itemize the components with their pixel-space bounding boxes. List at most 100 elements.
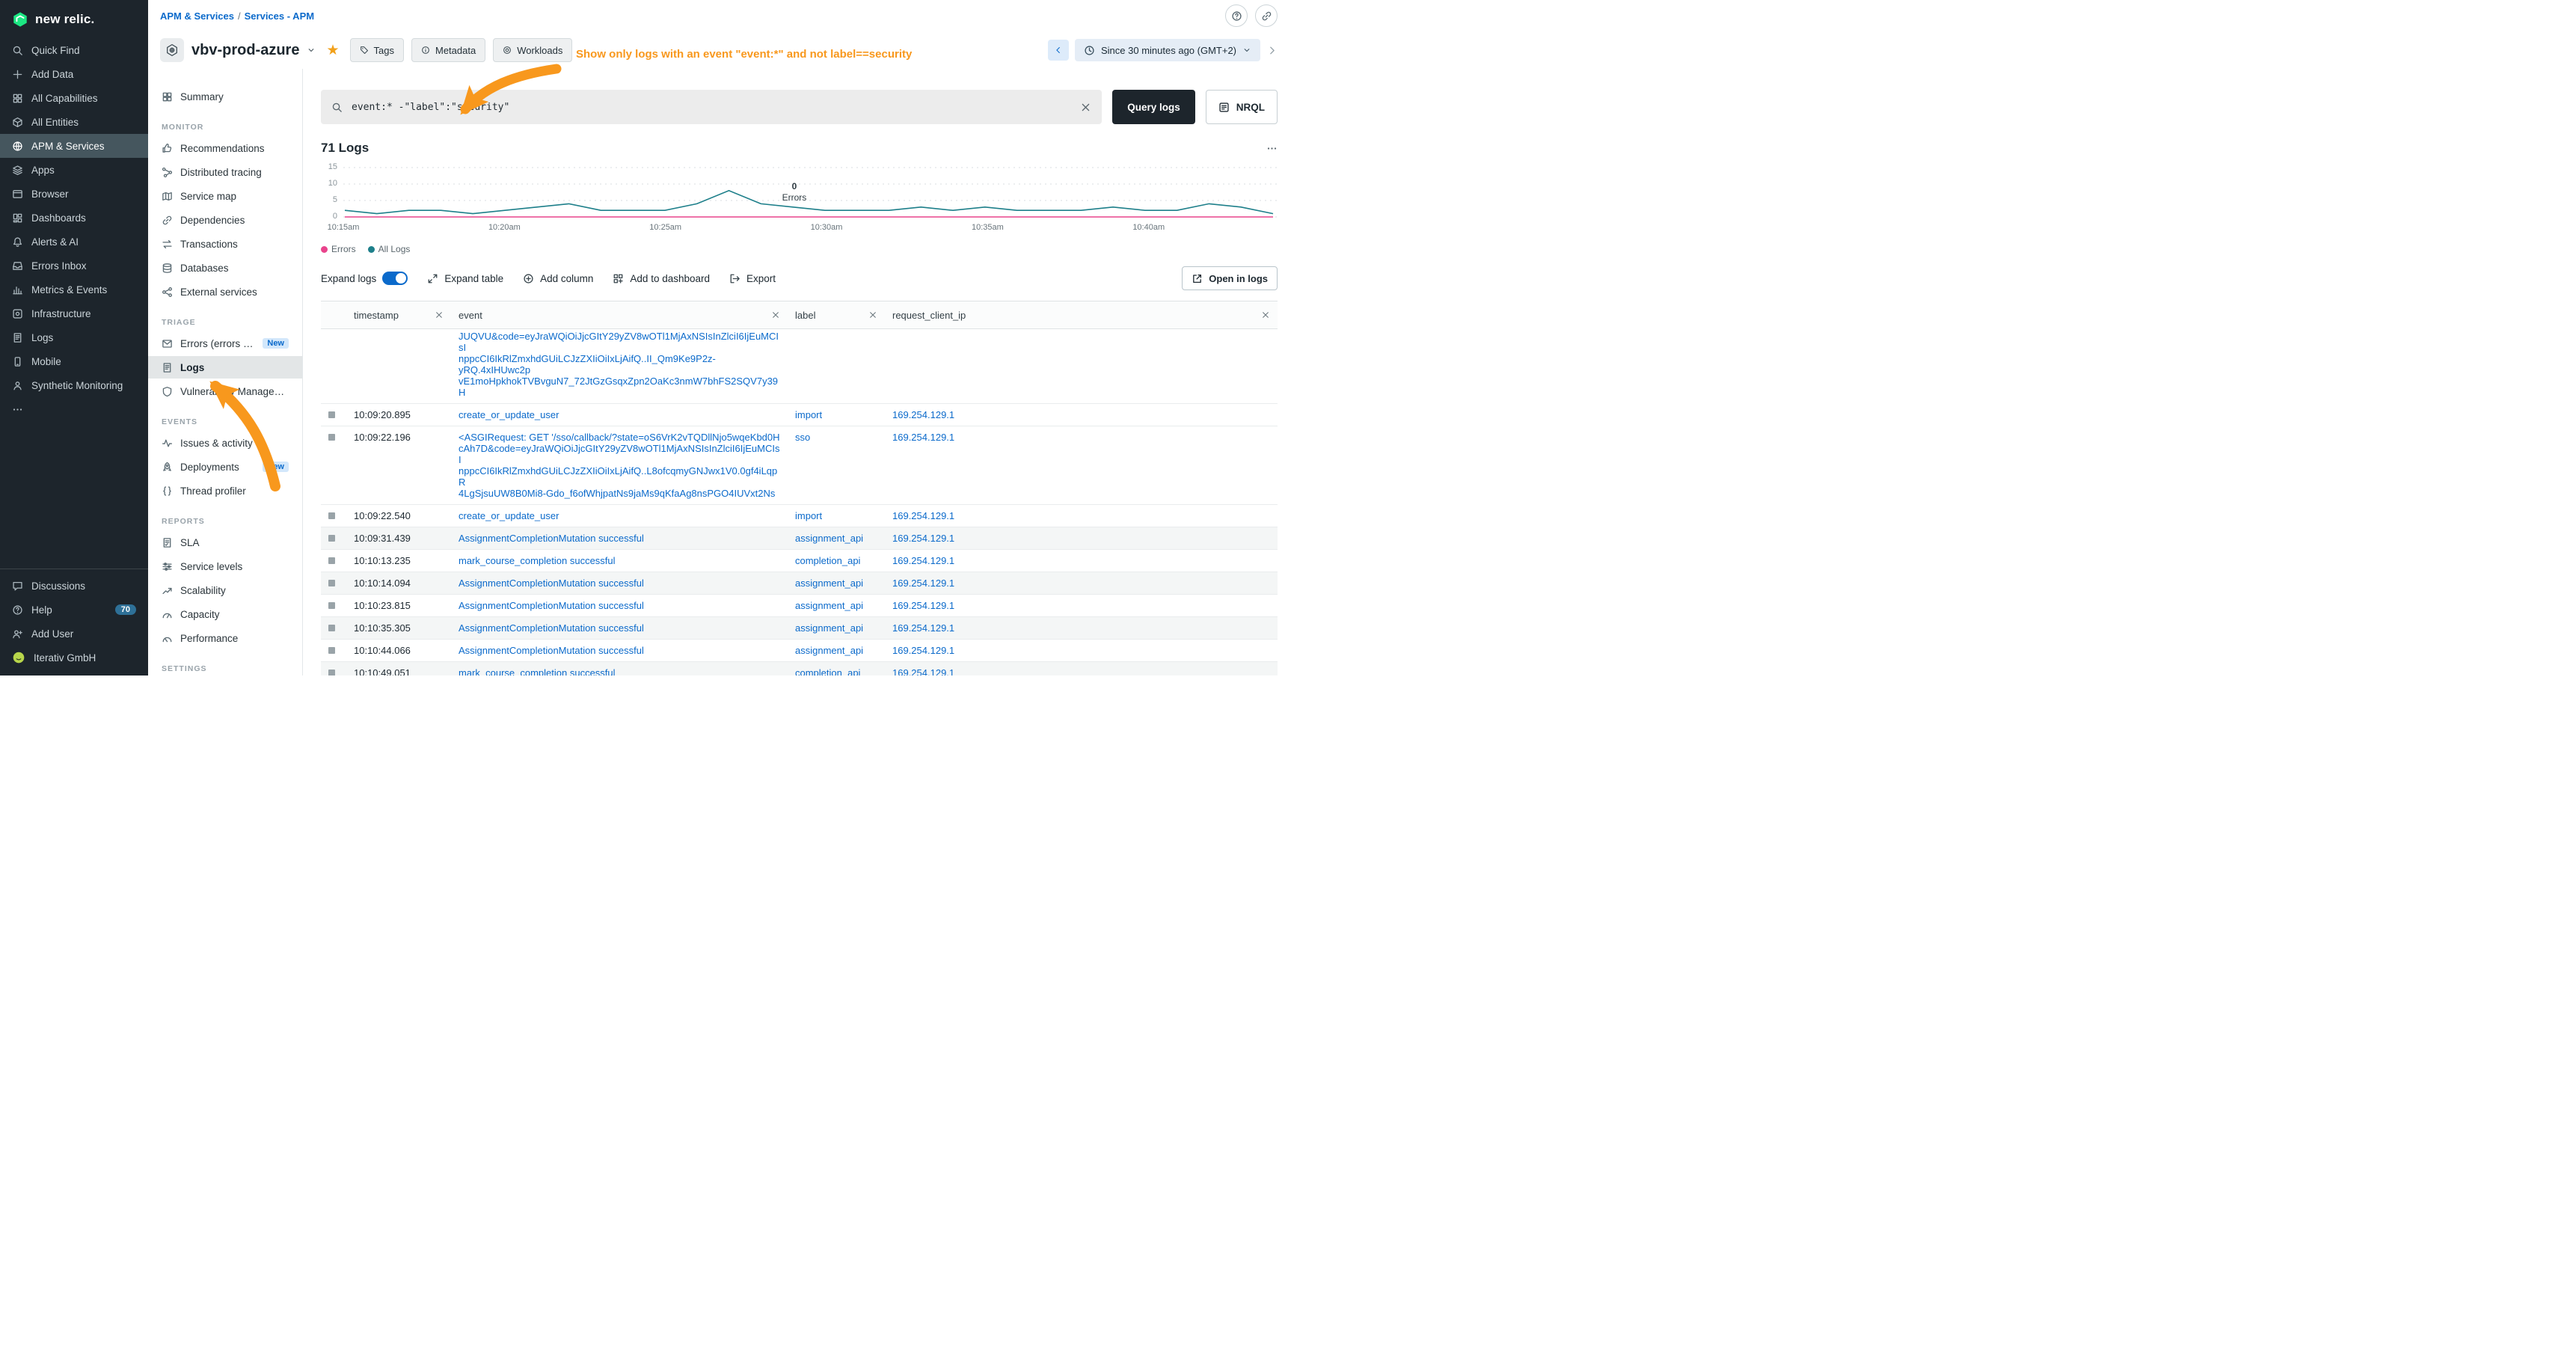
nrql-button[interactable]: NRQL bbox=[1206, 90, 1278, 124]
entity-nav-scalability[interactable]: Scalability bbox=[148, 579, 302, 601]
column-header-timestamp[interactable]: timestamp bbox=[346, 301, 451, 329]
remove-column-icon[interactable] bbox=[868, 310, 877, 319]
log-event-link[interactable]: create_or_update_user bbox=[459, 510, 559, 521]
log-ip-link[interactable]: 169.254.129.1 bbox=[892, 510, 954, 521]
expand-table-button[interactable]: Expand table bbox=[427, 273, 503, 284]
remove-column-icon[interactable] bbox=[771, 310, 780, 319]
sidebar-item-help[interactable]: Help 70 bbox=[0, 598, 148, 622]
time-picker[interactable]: Since 30 minutes ago (GMT+2) bbox=[1075, 39, 1260, 61]
remove-column-icon[interactable] bbox=[435, 310, 444, 319]
log-event-link[interactable]: mark_course_completion successful bbox=[459, 667, 616, 676]
log-row[interactable]: 10:09:22.540 create_or_update_user impor… bbox=[321, 505, 1278, 527]
log-event-link[interactable]: create_or_update_user bbox=[459, 409, 559, 420]
add-column-button[interactable]: Add column bbox=[523, 273, 593, 284]
log-row[interactable]: 10:10:35.305 AssignmentCompletionMutatio… bbox=[321, 617, 1278, 640]
legend-errors[interactable]: Errors bbox=[321, 244, 356, 254]
log-ip-link[interactable]: 169.254.129.1 bbox=[892, 578, 954, 589]
sidebar-item-alerts-ai[interactable]: Alerts & AI bbox=[0, 230, 148, 254]
entity-nav-sla[interactable]: SLA bbox=[148, 531, 302, 554]
entity-nav-summary[interactable]: Summary bbox=[148, 85, 302, 108]
log-row[interactable]: JUQVU&code=eyJraWQiOiJjcGItY29yZV8wOTl1M… bbox=[321, 329, 1278, 404]
time-back-button[interactable] bbox=[1048, 40, 1069, 61]
entity-nav-performance[interactable]: Performance bbox=[148, 627, 302, 649]
log-label-link[interactable]: completion_api bbox=[795, 555, 860, 566]
log-event-link[interactable]: AssignmentCompletionMutation successful bbox=[459, 578, 644, 589]
log-ip-link[interactable]: 169.254.129.1 bbox=[892, 555, 954, 566]
entity-nav-thread-profiler[interactable]: Thread profiler bbox=[148, 480, 302, 502]
expand-logs-toggle[interactable] bbox=[382, 272, 408, 285]
entity-nav-errors-inbox[interactable]: Errors (errors inb... New bbox=[148, 332, 302, 355]
log-ip-link[interactable]: 169.254.129.1 bbox=[892, 600, 954, 611]
brand[interactable]: new relic. bbox=[0, 0, 148, 38]
open-in-logs-button[interactable]: Open in logs bbox=[1182, 266, 1278, 290]
log-ip-link[interactable]: 169.254.129.1 bbox=[892, 667, 954, 676]
entity-nav-logs[interactable]: Logs bbox=[148, 356, 302, 379]
entity-switcher-chevron-icon[interactable] bbox=[307, 46, 316, 55]
log-row[interactable]: 10:10:44.066 AssignmentCompletionMutatio… bbox=[321, 640, 1278, 662]
column-header-request-client-ip[interactable]: request_client_ip bbox=[885, 301, 1278, 329]
entity-nav-external-services[interactable]: External services bbox=[148, 281, 302, 303]
row-handle[interactable] bbox=[328, 625, 335, 631]
log-ip-link[interactable]: 169.254.129.1 bbox=[892, 645, 954, 656]
entity-nav-issues-activity[interactable]: Issues & activity bbox=[148, 432, 302, 454]
sidebar-item-account[interactable]: Iterativ GmbH bbox=[0, 646, 148, 670]
column-header-label[interactable]: label bbox=[788, 301, 885, 329]
sidebar-item-quick-find[interactable]: Quick Find bbox=[0, 38, 148, 62]
query-logs-button[interactable]: Query logs bbox=[1112, 90, 1195, 124]
breadcrumb-apm-services[interactable]: APM & Services bbox=[160, 10, 234, 22]
entity-nav-service-map[interactable]: Service map bbox=[148, 185, 302, 207]
entity-nav-databases[interactable]: Databases bbox=[148, 257, 302, 279]
entity-nav-capacity[interactable]: Capacity bbox=[148, 603, 302, 625]
remove-column-icon[interactable] bbox=[1261, 310, 1270, 319]
log-row[interactable]: 10:10:49.051 mark_course_completion succ… bbox=[321, 662, 1278, 676]
log-label-link[interactable]: completion_api bbox=[795, 667, 860, 676]
favorite-star-icon[interactable]: ★ bbox=[326, 43, 339, 58]
sidebar-item-apm-services[interactable]: APM & Services bbox=[0, 134, 148, 158]
log-ip-link[interactable]: 169.254.129.1 bbox=[892, 432, 954, 443]
query-input[interactable] bbox=[350, 101, 1073, 114]
log-event-link[interactable]: <ASGIRequest: GET '/sso/callback/?state=… bbox=[459, 432, 780, 499]
row-handle[interactable] bbox=[328, 580, 335, 586]
log-event-link[interactable]: AssignmentCompletionMutation successful bbox=[459, 645, 644, 656]
time-forward-chevron-icon[interactable] bbox=[1266, 45, 1278, 56]
row-handle[interactable] bbox=[328, 557, 335, 564]
logs-timeseries-chart[interactable] bbox=[343, 163, 1278, 221]
log-row[interactable]: 10:09:20.895 create_or_update_user impor… bbox=[321, 404, 1278, 426]
logs-more-options-button[interactable] bbox=[1266, 143, 1278, 154]
log-label-link[interactable]: import bbox=[795, 510, 822, 521]
sidebar-item-synthetic-monitoring[interactable]: Synthetic Monitoring bbox=[0, 373, 148, 397]
metadata-button[interactable]: Metadata bbox=[411, 38, 485, 62]
entity-nav-vulnerability-management[interactable]: Vulnerability Management bbox=[148, 380, 302, 402]
add-to-dashboard-button[interactable]: Add to dashboard bbox=[613, 273, 710, 284]
log-label-link[interactable]: assignment_api bbox=[795, 600, 863, 611]
row-handle[interactable] bbox=[328, 411, 335, 418]
sidebar-item-more[interactable] bbox=[0, 397, 148, 421]
legend-all-logs[interactable]: All Logs bbox=[368, 244, 411, 254]
entity-nav-transactions[interactable]: Transactions bbox=[148, 233, 302, 255]
row-handle[interactable] bbox=[328, 535, 335, 542]
entity-nav-service-levels[interactable]: Service levels bbox=[148, 555, 302, 578]
log-label-link[interactable]: assignment_api bbox=[795, 622, 863, 634]
sidebar-item-apps[interactable]: Apps bbox=[0, 158, 148, 182]
log-ip-link[interactable]: 169.254.129.1 bbox=[892, 533, 954, 544]
entity-nav-distributed-tracing[interactable]: Distributed tracing bbox=[148, 161, 302, 183]
sidebar-item-add-data[interactable]: Add Data bbox=[0, 62, 148, 86]
sidebar-item-discussions[interactable]: Discussions bbox=[0, 574, 148, 598]
help-button[interactable] bbox=[1225, 4, 1248, 27]
tags-button[interactable]: Tags bbox=[350, 38, 404, 62]
row-handle[interactable] bbox=[328, 670, 335, 676]
log-row[interactable]: 10:10:23.815 AssignmentCompletionMutatio… bbox=[321, 595, 1278, 617]
sidebar-item-dashboards[interactable]: Dashboards bbox=[0, 206, 148, 230]
clear-query-button[interactable] bbox=[1080, 102, 1091, 113]
entity-nav-deployments[interactable]: Deployments New bbox=[148, 456, 302, 478]
log-event-link[interactable]: mark_course_completion successful bbox=[459, 555, 616, 566]
sidebar-item-infrastructure[interactable]: Infrastructure bbox=[0, 301, 148, 325]
sidebar-item-browser[interactable]: Browser bbox=[0, 182, 148, 206]
log-event-link[interactable]: JUQVU&code=eyJraWQiOiJjcGItY29yZV8wOTl1M… bbox=[459, 331, 779, 398]
query-input-box[interactable] bbox=[321, 90, 1102, 124]
log-label-link[interactable]: assignment_api bbox=[795, 645, 863, 656]
entity-nav-dependencies[interactable]: Dependencies bbox=[148, 209, 302, 231]
log-event-link[interactable]: AssignmentCompletionMutation successful bbox=[459, 622, 644, 634]
log-label-link[interactable]: assignment_api bbox=[795, 578, 863, 589]
log-row[interactable]: 10:10:14.094 AssignmentCompletionMutatio… bbox=[321, 572, 1278, 595]
